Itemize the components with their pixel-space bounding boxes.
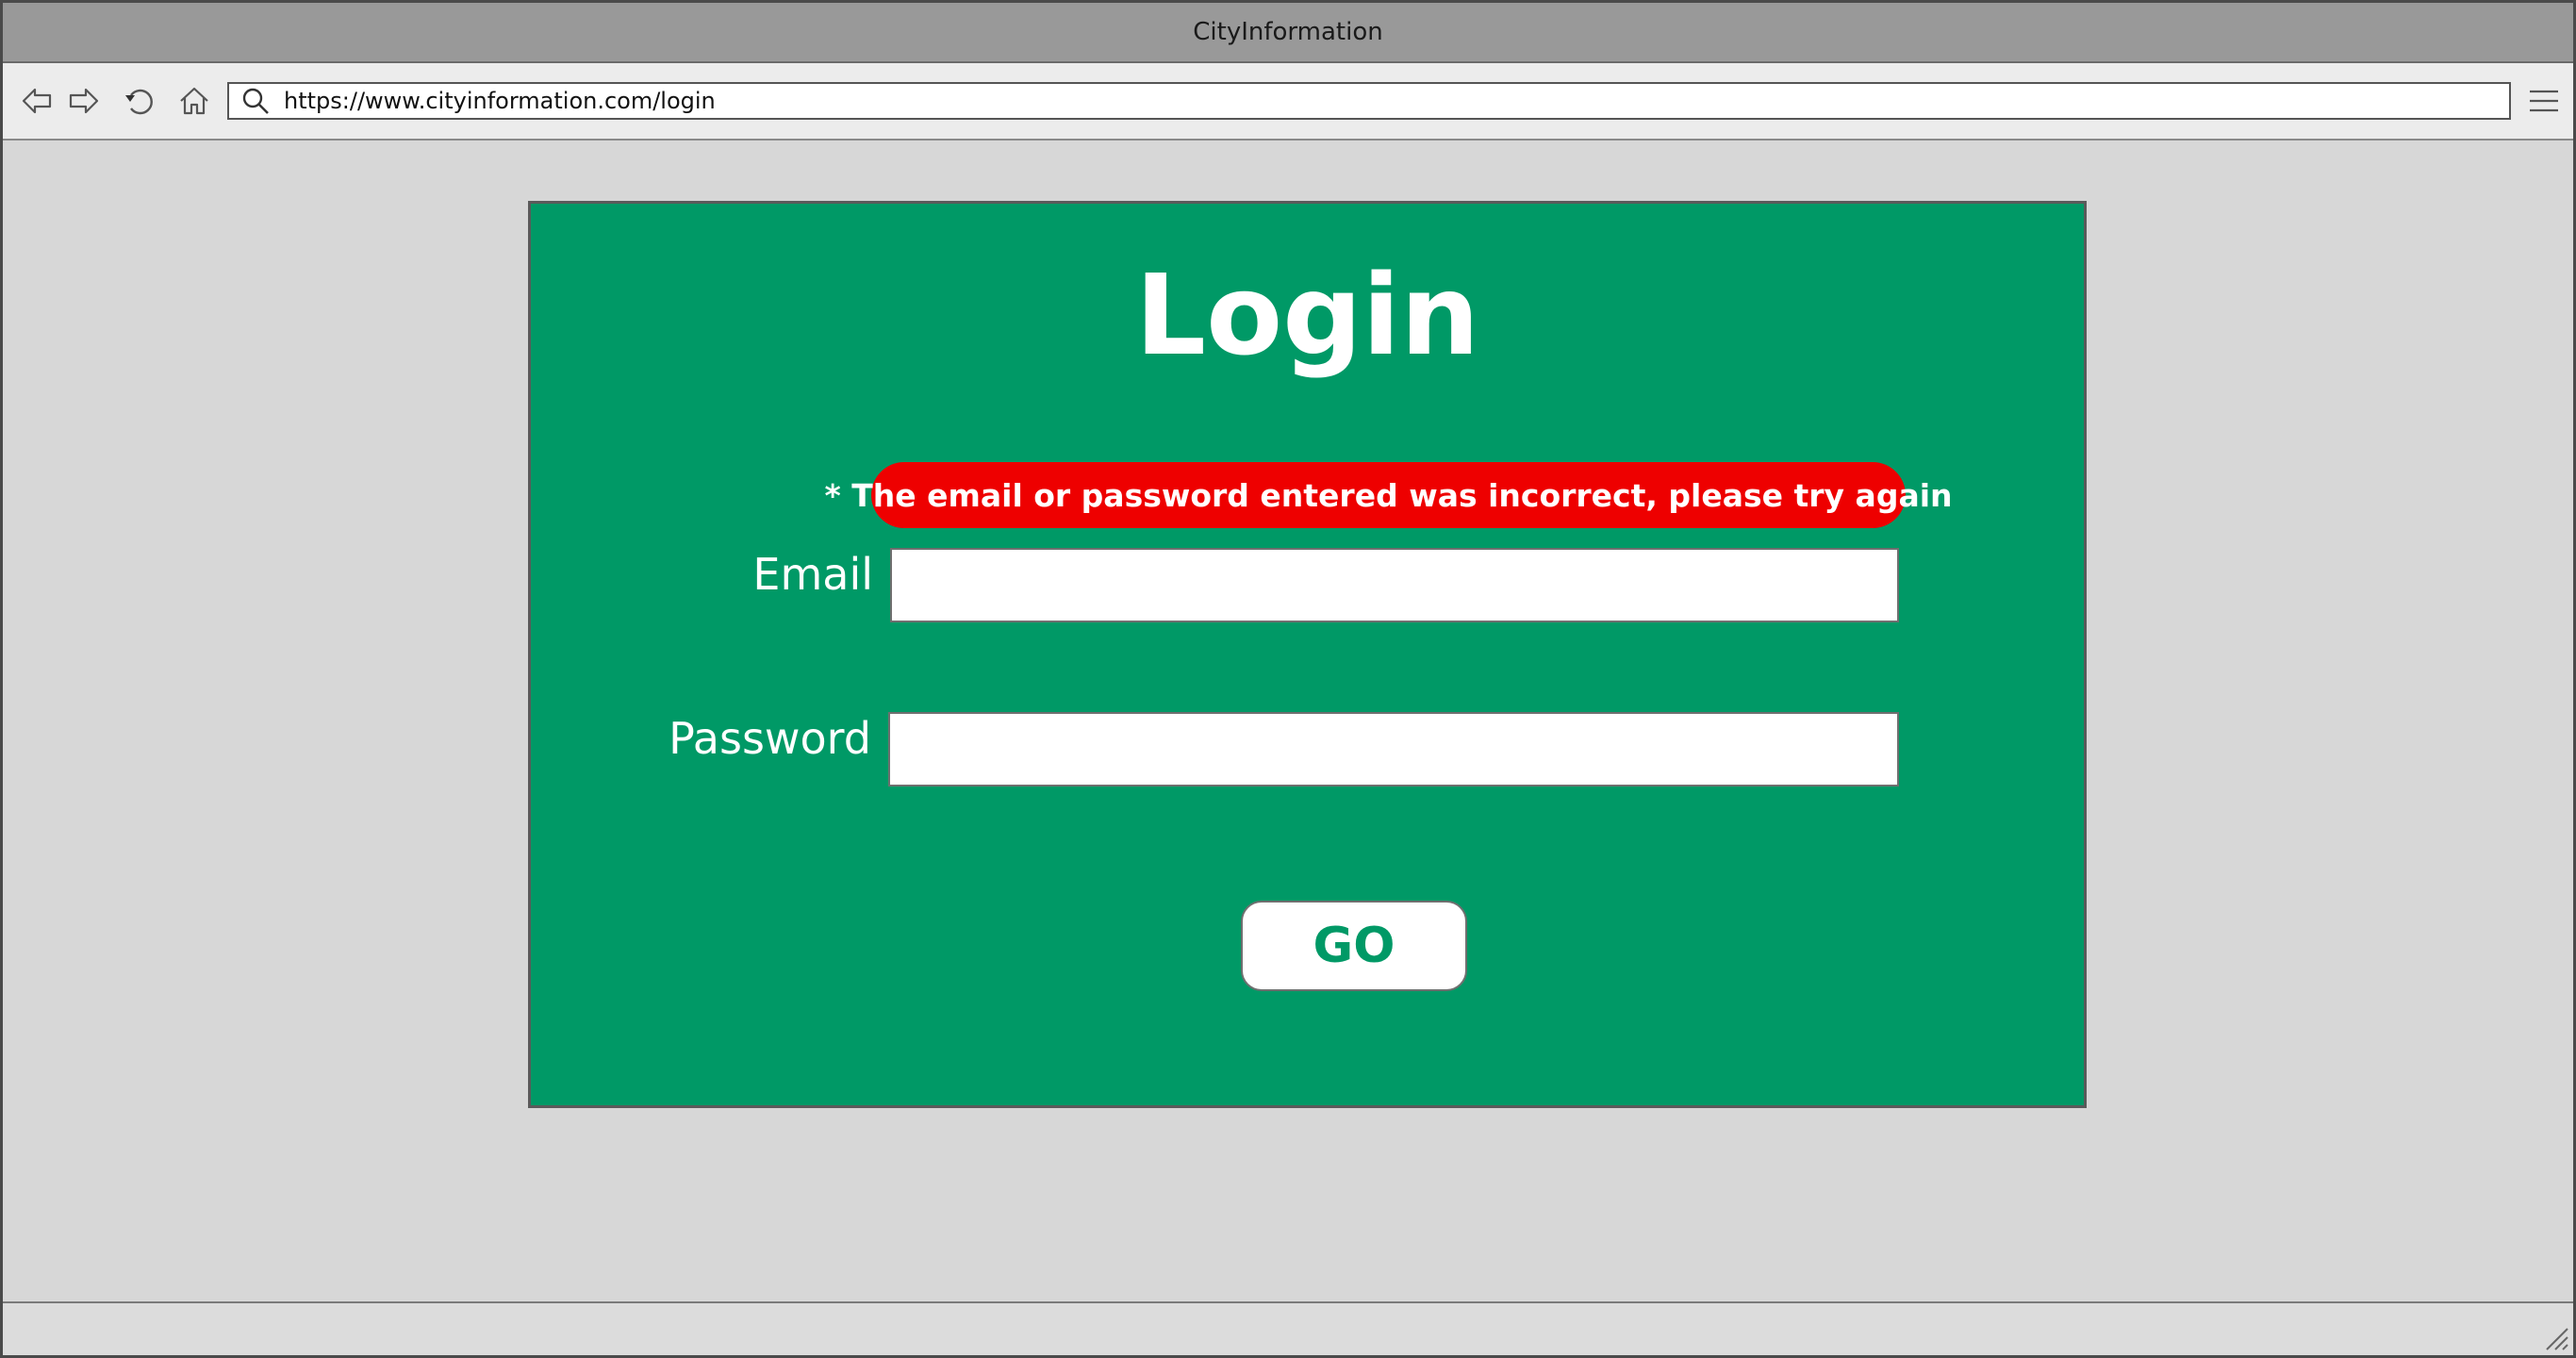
go-button[interactable]: GO [1241,901,1467,991]
resize-grip-icon[interactable] [2543,1325,2569,1351]
error-message: * The email or password entered was inco… [824,462,1953,528]
address-bar[interactable] [227,82,2511,120]
page-title: Login [1134,250,1480,380]
search-icon [237,84,274,118]
email-label: Email [752,549,873,600]
browser-window: CityInformation Login * The email or pas… [0,0,2576,1358]
home-icon[interactable] [175,82,213,120]
password-label: Password [669,713,871,764]
email-field[interactable] [890,548,1899,622]
back-arrow-icon[interactable] [18,82,56,120]
login-panel: Login * The email or password entered wa… [528,201,2087,1108]
title-bar: CityInformation [3,3,2573,63]
password-field[interactable] [888,712,1899,787]
hamburger-menu-icon[interactable] [2525,84,2563,118]
window-title: CityInformation [1193,18,1383,46]
forward-arrow-icon[interactable] [65,82,103,120]
status-bar [3,1301,2573,1355]
browser-toolbar [3,63,2573,141]
reload-icon[interactable] [122,82,159,120]
url-input[interactable] [274,84,2509,118]
